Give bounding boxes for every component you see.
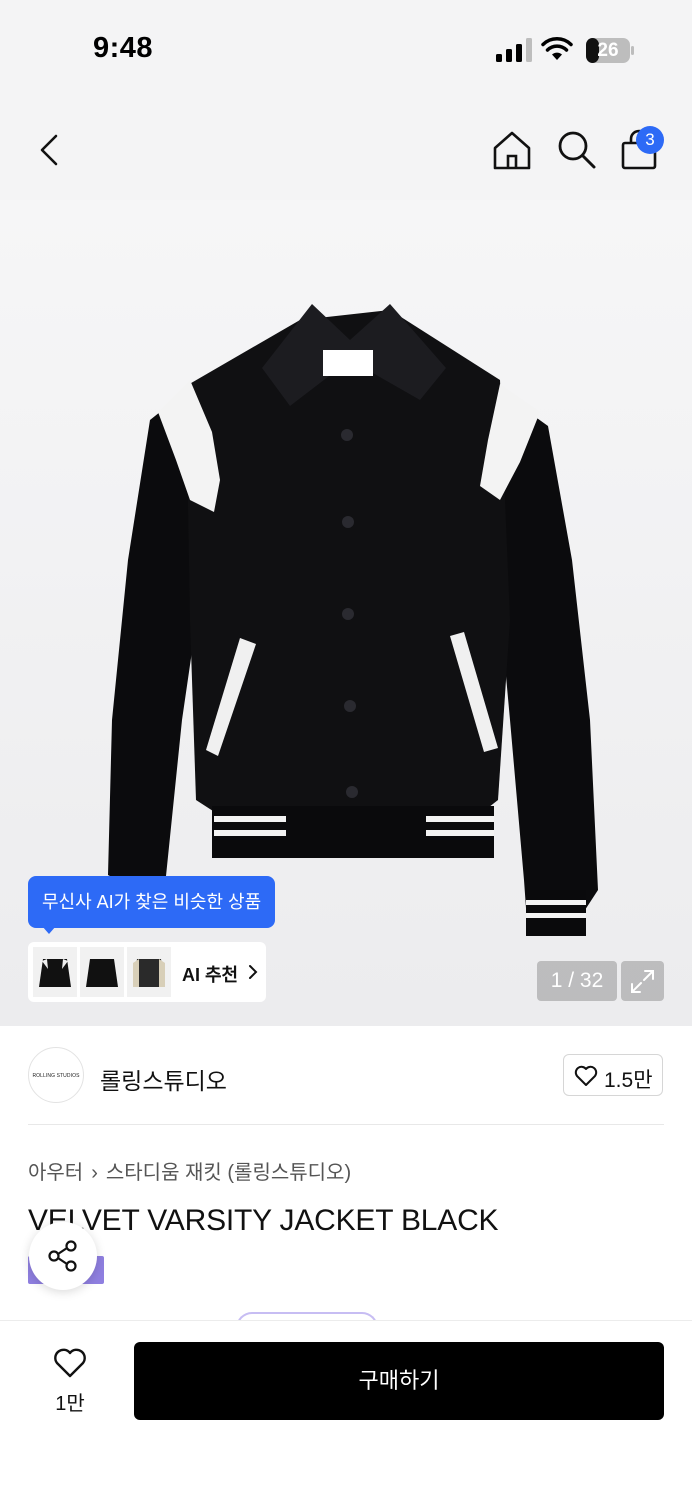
back-button[interactable] bbox=[30, 130, 70, 170]
ai-recommend-card[interactable]: AI 추천 bbox=[28, 942, 266, 1002]
product-title: VELVET VARSITY JACKET BLACK bbox=[28, 1204, 499, 1237]
heart-icon bbox=[54, 1348, 86, 1378]
expand-image-button[interactable] bbox=[621, 961, 664, 1001]
wishlist-button[interactable]: 1만 bbox=[40, 1347, 100, 1415]
cellular-signal-icon bbox=[496, 38, 532, 62]
bottom-action-bar: 1만 구매하기 bbox=[0, 1320, 692, 1500]
breadcrumb-category[interactable]: 아우터 bbox=[28, 1162, 83, 1184]
status-bar: 9:48 26 bbox=[0, 0, 692, 100]
chevron-right-icon bbox=[249, 965, 258, 979]
buy-button[interactable]: 구매하기 bbox=[134, 1342, 664, 1420]
brand-like-button[interactable]: 1.5만 bbox=[563, 1054, 663, 1096]
battery-level: 26 bbox=[597, 40, 619, 61]
top-nav bbox=[0, 100, 692, 200]
status-time: 9:48 bbox=[93, 32, 154, 64]
recommend-thumb[interactable] bbox=[127, 947, 171, 997]
search-button[interactable] bbox=[555, 128, 597, 170]
share-button[interactable] bbox=[29, 1222, 97, 1290]
wishlist-count: 1만 bbox=[55, 1393, 85, 1415]
breadcrumb-subcategory[interactable]: 스타디움 재킷 (롤링스튜디오) bbox=[106, 1162, 351, 1184]
brand-name[interactable]: 롤링스튜디오 bbox=[100, 1062, 227, 1096]
home-button[interactable] bbox=[490, 128, 534, 172]
brand-logo[interactable]: ROLLING STUDIOS bbox=[28, 1047, 84, 1103]
tooltip-tail bbox=[42, 926, 56, 934]
recommend-thumb[interactable] bbox=[33, 947, 77, 997]
share-icon bbox=[48, 1240, 77, 1272]
cart-count-badge: 3 bbox=[636, 126, 664, 154]
image-page-counter: 1 / 32 bbox=[537, 961, 617, 1001]
ai-recommend-label: AI 추천 bbox=[182, 965, 239, 985]
heart-icon bbox=[574, 1065, 598, 1086]
divider bbox=[28, 1124, 664, 1125]
ai-similar-tooltip: 무신사 AI가 찾은 비슷한 상품 bbox=[28, 876, 276, 928]
wifi-icon bbox=[541, 37, 573, 60]
brand-like-count: 1.5만 bbox=[604, 1069, 653, 1092]
breadcrumb-chevron-icon: › bbox=[91, 1162, 98, 1184]
category-breadcrumb: 아우터 › 스타디움 재킷 (롤링스튜디오) bbox=[28, 1156, 351, 1185]
recommend-thumb[interactable] bbox=[80, 947, 124, 997]
expand-icon bbox=[631, 970, 654, 993]
brand-row: ROLLING STUDIOS 롤링스튜디오 1.5만 bbox=[0, 1026, 692, 1126]
